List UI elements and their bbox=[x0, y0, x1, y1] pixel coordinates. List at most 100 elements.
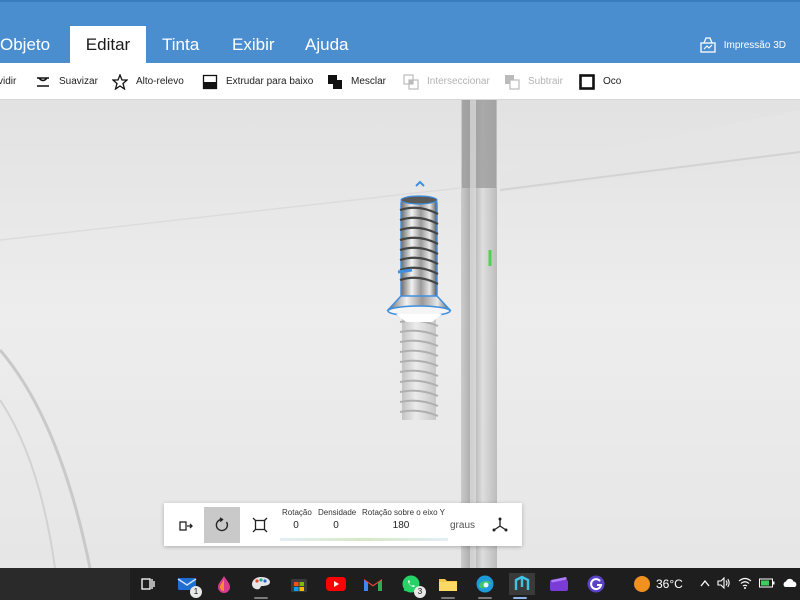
merge-label: Mesclar bbox=[351, 76, 387, 87]
palette-icon bbox=[252, 577, 270, 590]
whatsapp-badge: 3 bbox=[414, 586, 426, 598]
smooth-icon bbox=[35, 74, 51, 90]
onedrive-icon[interactable] bbox=[782, 578, 798, 591]
tab-editar[interactable]: Editar bbox=[70, 26, 146, 63]
paint-3d-app-button[interactable] bbox=[250, 573, 272, 599]
swirl-app-icon bbox=[587, 575, 605, 593]
paint-3d-running-indicator bbox=[254, 597, 268, 599]
background-edge-left bbox=[0, 187, 461, 241]
scale-tool-button[interactable] bbox=[242, 507, 278, 543]
edge-running-indicator bbox=[478, 597, 492, 599]
merge-button[interactable]: Mesclar bbox=[327, 63, 386, 100]
taskbar: 1 3 36°C bbox=[0, 568, 800, 600]
subtract-button[interactable]: Subtrair bbox=[504, 63, 563, 100]
background-wheel-arc bbox=[0, 349, 92, 568]
tab-tinta[interactable]: Tinta bbox=[154, 26, 207, 63]
edit-ribbon: vidir Suavizar Alto-relevo Extrudar para… bbox=[0, 63, 800, 100]
intersect-icon bbox=[403, 73, 419, 90]
tab-ajuda[interactable]: Ajuda bbox=[297, 26, 356, 63]
rod-top-segment bbox=[462, 100, 496, 188]
extrude-down-button[interactable]: Extrudar para baixo bbox=[202, 63, 313, 100]
mail-badge: 1 bbox=[190, 586, 202, 598]
rotation-label: Rotação bbox=[282, 508, 312, 517]
youtube-icon bbox=[326, 577, 346, 591]
axis-rotation-value[interactable]: 180 bbox=[386, 520, 416, 531]
temperature-text: 36°C bbox=[656, 577, 683, 591]
subtract-icon bbox=[504, 74, 520, 90]
print-3d-icon bbox=[700, 37, 716, 53]
taskbar-search-area bbox=[0, 568, 130, 600]
degrees-unit: graus bbox=[450, 520, 476, 531]
background-plane bbox=[500, 110, 800, 192]
rotate-gizmo-top bbox=[415, 180, 425, 187]
print-3d-button[interactable]: Impressão 3D bbox=[700, 36, 786, 54]
video-editor-icon bbox=[550, 577, 568, 591]
selected-screw bbox=[386, 195, 452, 322]
scene bbox=[0, 100, 800, 568]
wifi-icon[interactable] bbox=[738, 577, 752, 592]
print-3d-app-button[interactable] bbox=[509, 573, 535, 599]
whatsapp-app-button[interactable]: 3 bbox=[400, 573, 426, 598]
store-icon bbox=[291, 579, 307, 592]
rotation-slider[interactable] bbox=[280, 538, 448, 541]
tab-objeto[interactable]: Objeto bbox=[0, 26, 58, 63]
title-strip bbox=[0, 0, 800, 2]
extrude-down-icon bbox=[202, 74, 218, 90]
gmail-app-button[interactable] bbox=[362, 573, 384, 595]
intersect-label: Interseccionar bbox=[427, 76, 490, 87]
smooth-label: Suavizar bbox=[59, 76, 98, 87]
axis-icon bbox=[492, 517, 508, 532]
density-value[interactable]: 0 bbox=[324, 520, 348, 531]
edge-browser-button[interactable] bbox=[474, 573, 496, 599]
sun-icon bbox=[634, 576, 650, 592]
volume-icon[interactable] bbox=[717, 576, 731, 592]
print-3d-app-icon bbox=[514, 575, 530, 590]
move-tool-button[interactable] bbox=[168, 507, 204, 543]
edge-icon bbox=[476, 575, 494, 593]
hollow-label: Oco bbox=[603, 76, 622, 87]
3d-canvas[interactable] bbox=[0, 100, 800, 568]
rod-highlight bbox=[470, 100, 476, 568]
battery-icon[interactable] bbox=[759, 578, 775, 591]
divide-label: vidir bbox=[0, 76, 17, 87]
youtube-app-button[interactable] bbox=[325, 573, 347, 595]
tab-exibir[interactable]: Exibir bbox=[224, 26, 283, 63]
task-view-button[interactable] bbox=[137, 573, 159, 595]
rotate-icon bbox=[215, 517, 229, 532]
gmail-icon bbox=[364, 579, 382, 591]
weather-widget[interactable]: 36°C bbox=[634, 568, 683, 600]
move-icon bbox=[179, 521, 193, 531]
task-view-icon bbox=[141, 578, 155, 590]
emboss-button[interactable]: Alto-relevo bbox=[112, 63, 184, 100]
ghost-screw bbox=[399, 315, 439, 420]
density-label: Densidade bbox=[318, 508, 357, 517]
star-icon bbox=[112, 73, 128, 90]
chevron-up-icon[interactable] bbox=[700, 578, 710, 590]
emboss-label: Alto-relevo bbox=[136, 76, 184, 87]
paint-drop-app-button[interactable] bbox=[213, 573, 235, 595]
rotate-gizmo-left bbox=[397, 268, 413, 274]
menu-bar: Objeto Editar Tinta Exibir Ajuda Impress… bbox=[0, 0, 800, 63]
smooth-button[interactable]: Suavizar bbox=[35, 63, 98, 100]
mail-app-button[interactable]: 1 bbox=[176, 573, 202, 598]
color-drop-icon bbox=[218, 576, 230, 593]
print-3d-running-indicator bbox=[513, 597, 527, 599]
store-app-button[interactable] bbox=[288, 573, 310, 595]
file-explorer-button[interactable] bbox=[437, 573, 459, 599]
subtract-label: Subtrair bbox=[528, 76, 564, 87]
axis-tool-button[interactable] bbox=[482, 507, 518, 543]
divide-button[interactable]: vidir bbox=[0, 63, 16, 100]
rotate-tool-button[interactable] bbox=[204, 507, 240, 543]
print-3d-label: Impressão 3D bbox=[723, 39, 786, 51]
merge-icon bbox=[327, 74, 343, 90]
hollow-button[interactable]: Oco bbox=[579, 63, 621, 100]
extrude-down-label: Extrudar para baixo bbox=[226, 76, 314, 87]
gimp-like-app-button[interactable] bbox=[585, 573, 607, 595]
folder-icon bbox=[439, 579, 457, 591]
axis-rotation-label: Rotação sobre o eixo Y bbox=[362, 508, 446, 517]
clipchamp-app-button[interactable] bbox=[548, 573, 570, 595]
rotation-value[interactable]: 0 bbox=[284, 520, 308, 531]
intersect-button[interactable]: Interseccionar bbox=[403, 63, 490, 100]
scale-icon bbox=[252, 517, 268, 533]
transform-panel: Rotação 0 Densidade 0 Rotação sobre o ei… bbox=[164, 503, 522, 546]
